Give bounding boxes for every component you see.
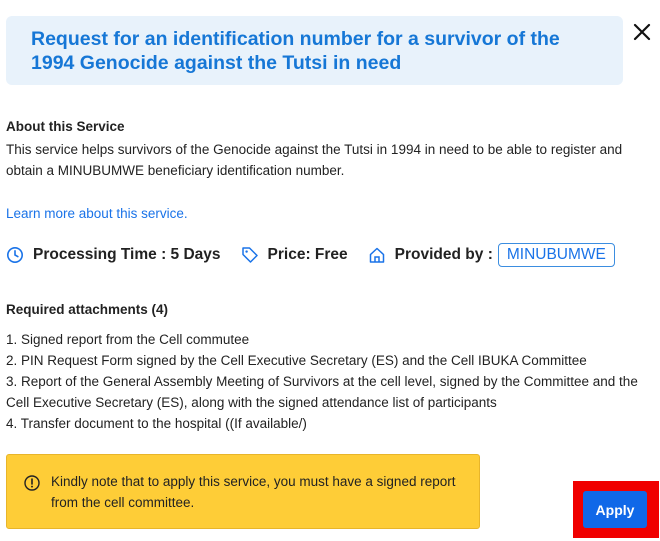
about-description: This service helps survivors of the Geno…	[6, 142, 623, 178]
service-meta: Processing Time : 5 Days Price: Free Pro…	[6, 240, 615, 270]
apply-highlight: Apply	[573, 481, 659, 538]
dialog-title: Request for an identification number for…	[31, 28, 560, 74]
attachment-item: 3. Report of the General Assembly Meetin…	[6, 374, 638, 410]
clock-icon	[6, 246, 24, 264]
attachments-list: 1. Signed report from the Cell commutee …	[6, 329, 654, 434]
alert-circle-icon	[23, 474, 41, 492]
about-heading: About this Service	[6, 119, 125, 134]
attachment-item: 2. PIN Request Form signed by the Cell E…	[6, 353, 587, 368]
provided-by-label: Provided by :	[394, 246, 493, 263]
provider-badge[interactable]: MINUBUMWE	[497, 243, 615, 267]
notice-box: Kindly note that to apply this service, …	[6, 454, 480, 529]
price: Price: Free	[267, 246, 348, 263]
close-icon[interactable]	[630, 20, 654, 44]
apply-button[interactable]: Apply	[583, 491, 647, 528]
attachment-item: 4. Transfer document to the hospital ((I…	[6, 416, 307, 431]
dialog-header: Request for an identification number for…	[6, 16, 623, 85]
attachment-item: 1. Signed report from the Cell commutee	[6, 332, 250, 347]
attachments-heading: Required attachments (4)	[6, 302, 169, 317]
home-icon	[368, 246, 386, 264]
tag-icon	[241, 246, 259, 264]
processing-time: Processing Time : 5 Days	[33, 246, 221, 263]
learn-more-link[interactable]: Learn more about this service.	[6, 206, 188, 221]
notice-text: Kindly note that to apply this service, …	[51, 474, 456, 510]
